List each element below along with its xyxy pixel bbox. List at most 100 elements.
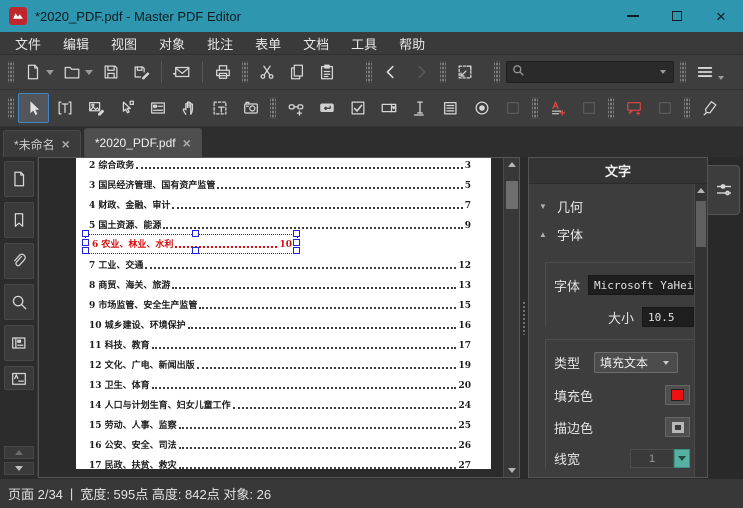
menu-item-help[interactable]: 帮助	[388, 32, 436, 55]
fill-color-swatch[interactable]	[665, 385, 690, 405]
panel-scrollbar-thumb[interactable]	[696, 201, 706, 247]
toolbar-grip[interactable]	[8, 97, 14, 119]
forward-button[interactable]	[406, 58, 436, 86]
toc-row[interactable]: 4 财政、金融、审计 7	[89, 194, 471, 214]
checkbox-field-button[interactable]	[342, 93, 373, 123]
document-scrollbar[interactable]	[503, 158, 519, 477]
toc-row[interactable]: 16 公安、安全、司法 26	[89, 434, 471, 454]
sidebar-pages-button[interactable]	[3, 161, 34, 197]
sidebar-properties-button[interactable]	[3, 366, 34, 390]
toc-row[interactable]: 7 工业、交通 12	[89, 254, 471, 274]
selection-handle[interactable]	[293, 230, 300, 237]
menu-item-document[interactable]: 文档	[292, 32, 340, 55]
section-font[interactable]: ▲ 字体	[539, 220, 694, 248]
toolbar-grip[interactable]	[608, 97, 614, 119]
main-menu-button[interactable]	[690, 58, 720, 86]
select-tool-button[interactable]	[18, 93, 49, 123]
email-button[interactable]	[167, 58, 197, 86]
copy-button[interactable]	[282, 58, 312, 86]
toolbar-grip[interactable]	[242, 61, 248, 83]
menu-item-tools[interactable]: 工具	[340, 32, 388, 55]
paste-button[interactable]	[312, 58, 342, 86]
toc-row[interactable]: 12 文化、广电、新闻出版 19	[89, 354, 471, 374]
toolbar-grip[interactable]	[366, 61, 372, 83]
line-width-field[interactable]: 1	[630, 449, 674, 468]
toc-row[interactable]: 3 国民经济管理、国有资产监管 5	[89, 174, 471, 194]
text-field-button[interactable]	[404, 93, 435, 123]
open-file-button[interactable]	[57, 58, 87, 86]
toc-row[interactable]: 2 综合政务 3	[89, 158, 471, 174]
edit-path-tool-button[interactable]	[111, 93, 142, 123]
close-button[interactable]: ×	[699, 0, 743, 32]
selection-handle[interactable]	[82, 230, 89, 237]
maximize-button[interactable]	[655, 0, 699, 32]
snapshot-button[interactable]	[450, 58, 480, 86]
menu-item-view[interactable]: 视图	[100, 32, 148, 55]
back-button[interactable]	[376, 58, 406, 86]
toc-row[interactable]: 17 民政、扶贫、救灾 27	[89, 454, 471, 469]
toolbar-grip[interactable]	[440, 61, 446, 83]
screenshot-tool-button[interactable]	[235, 93, 266, 123]
scroll-down-button[interactable]	[505, 464, 519, 477]
edit-text-tool-button[interactable]	[49, 93, 80, 123]
select-text-area-button[interactable]	[204, 93, 235, 123]
selection-handle[interactable]	[82, 247, 89, 254]
sidebar-scroll-down-button[interactable]	[3, 462, 34, 475]
panel-splitter[interactable]	[520, 157, 528, 478]
toc-row[interactable]: 5 国土资源、能源 9	[89, 214, 471, 234]
toc-row[interactable]: 15 劳动、人事、监察 25	[89, 414, 471, 434]
add-callout-button[interactable]	[618, 93, 649, 123]
type-dropdown[interactable]: 填充文本	[594, 352, 679, 373]
hand-tool-button[interactable]	[173, 93, 204, 123]
document-canvas[interactable]: 2 综合政务 3 3 国民经济管理、国有资产监管 5 4 财政、金融、审计 7 5 国土资源…	[39, 158, 503, 477]
combobox-field-button[interactable]	[373, 93, 404, 123]
toc-row-selected[interactable]: 6 农业、林业、水利 10	[82, 230, 300, 254]
selection-handle[interactable]	[293, 247, 300, 254]
disabled-tool-button[interactable]	[573, 93, 604, 123]
new-document-button[interactable]	[18, 58, 48, 86]
disabled-tool-button[interactable]	[497, 93, 528, 123]
selection-handle[interactable]	[82, 239, 89, 246]
print-button[interactable]	[208, 58, 238, 86]
menu-item-edit[interactable]: 编辑	[52, 32, 100, 55]
toc-row[interactable]: 8 商贸、海关、旅游 13	[89, 274, 471, 294]
sidebar-attachments-button[interactable]	[3, 243, 34, 279]
save-button[interactable]	[96, 58, 126, 86]
cut-button[interactable]	[252, 58, 282, 86]
tab-close-icon[interactable]: ×	[62, 137, 70, 151]
section-geometry[interactable]: ▼ 几何	[539, 192, 694, 220]
menu-item-form[interactable]: 表单	[244, 32, 292, 55]
panel-scrollbar[interactable]	[694, 184, 707, 477]
sidebar-search-button[interactable]	[3, 284, 34, 320]
scroll-up-button[interactable]	[505, 158, 519, 171]
toolbar-grip[interactable]	[680, 61, 686, 83]
toolbar-grip[interactable]	[494, 61, 500, 83]
pdf-page[interactable]: 2 综合政务 3 3 国民经济管理、国有资产监管 5 4 财政、金融、审计 7 5 国土资源…	[76, 158, 491, 469]
selection-handle[interactable]	[191, 247, 199, 254]
toc-row[interactable]: 13 卫生、体育 20	[89, 374, 471, 394]
toc-row[interactable]: 10 城乡建设、环境保护 16	[89, 314, 471, 334]
menu-item-annotation[interactable]: 批注	[196, 32, 244, 55]
form-properties-button[interactable]	[142, 93, 173, 123]
stroke-color-swatch[interactable]	[665, 417, 690, 437]
font-size-field[interactable]: 10.5	[642, 307, 694, 327]
toolbar-grip[interactable]	[532, 97, 538, 119]
sidebar-scroll-up-button[interactable]	[3, 446, 34, 459]
highlighter-tool-button[interactable]	[694, 93, 725, 123]
listbox-field-button[interactable]	[435, 93, 466, 123]
sidebar-bookmarks-button[interactable]	[3, 202, 34, 238]
font-family-field[interactable]: Microsoft YaHei	[588, 275, 694, 295]
tab-untitled[interactable]: *未命名 ×	[3, 130, 81, 157]
expand-triangle-icon[interactable]: ▲	[539, 230, 549, 239]
radio-button-field-button[interactable]	[466, 93, 497, 123]
toc-row[interactable]: 9 市场监管、安全生产监管 15	[89, 294, 471, 314]
add-link-button[interactable]	[280, 93, 311, 123]
toc-row[interactable]: 11 科技、教育 17	[89, 334, 471, 354]
minimize-button[interactable]	[611, 0, 655, 32]
properties-tab-button[interactable]	[708, 165, 740, 215]
edit-image-tool-button[interactable]	[80, 93, 111, 123]
sidebar-forms-button[interactable]	[3, 325, 34, 361]
push-button-field-button[interactable]	[311, 93, 342, 123]
menu-item-file[interactable]: 文件	[4, 32, 52, 55]
collapse-triangle-icon[interactable]: ▼	[539, 202, 549, 211]
